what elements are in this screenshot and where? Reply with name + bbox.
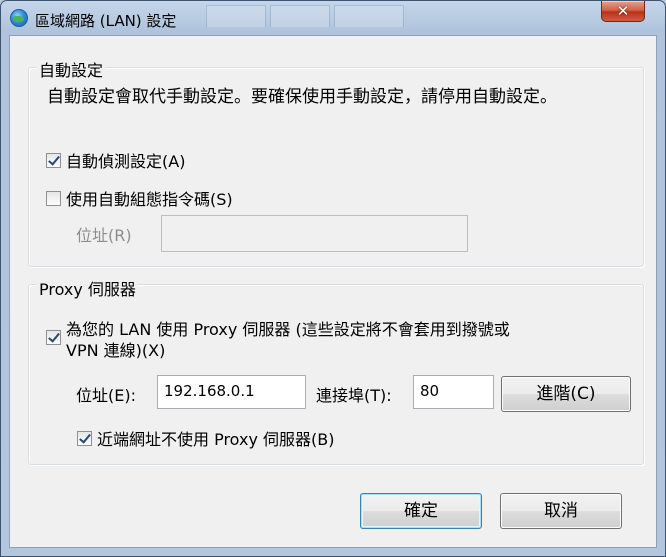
advanced-button[interactable]: 進階(C): [501, 376, 631, 412]
advanced-button-label: 進階(C): [536, 384, 596, 404]
use-script-checkbox-row[interactable]: 使用自動組態指令碼(S): [46, 186, 233, 210]
script-address-input[interactable]: [161, 215, 468, 252]
proxy-address-input[interactable]: 192.168.0.1: [157, 375, 306, 409]
ok-button[interactable]: 確定: [360, 493, 482, 529]
close-button[interactable]: ✕: [601, 1, 645, 22]
lan-settings-window: 區域網路 (LAN) 設定 ✕ 自動設定 自動設定會取代手動設定。要確保使用手動…: [0, 0, 666, 557]
proxy-port-input[interactable]: 80: [413, 375, 494, 409]
globe-icon: [10, 9, 28, 27]
bypass-local-checkbox[interactable]: [77, 430, 92, 446]
use-script-label: 使用自動組態指令碼(S): [66, 190, 233, 209]
use-proxy-checkbox[interactable]: [46, 330, 61, 345]
auto-detect-label: 自動偵測設定(A): [66, 152, 186, 171]
proxy-address-label: 位址(E):: [76, 386, 136, 405]
proxy-port-label: 連接埠(T):: [316, 386, 392, 405]
title-bar[interactable]: 區域網路 (LAN) 設定 ✕: [1, 1, 665, 35]
cancel-button[interactable]: 取消: [500, 493, 622, 529]
proxy-group-title: Proxy 伺服器: [37, 276, 138, 300]
close-icon: ✕: [616, 2, 630, 20]
dialog-body: 自動設定 自動設定會取代手動設定。要確保使用手動設定，請停用自動設定。 自動偵測…: [9, 35, 657, 548]
use-proxy-checkbox-row[interactable]: 為您的 LAN 使用 Proxy 伺服器 (這些設定將不會套用到撥號或 VPN …: [46, 319, 510, 361]
window-title: 區域網路 (LAN) 設定: [35, 12, 177, 30]
auto-detect-checkbox[interactable]: [46, 152, 61, 168]
bypass-local-checkbox-row[interactable]: 近端網址不使用 Proxy 伺服器(B): [77, 426, 334, 450]
script-address-label: 位址(R): [76, 226, 132, 245]
cancel-button-label: 取消: [544, 501, 578, 521]
auto-config-description: 自動設定會取代手動設定。要確保使用手動設定，請停用自動設定。: [47, 87, 557, 107]
use-proxy-label-line1: 為您的 LAN 使用 Proxy 伺服器 (這些設定將不會套用到撥號或: [66, 320, 510, 339]
bypass-local-label: 近端網址不使用 Proxy 伺服器(B): [97, 430, 335, 449]
background-window-tabs: [206, 5, 456, 27]
use-script-checkbox[interactable]: [46, 190, 61, 206]
ok-button-label: 確定: [404, 501, 438, 521]
auto-config-title: 自動設定: [37, 57, 106, 81]
use-proxy-label-line2: VPN 連線)(X): [66, 341, 166, 360]
auto-detect-checkbox-row[interactable]: 自動偵測設定(A): [46, 148, 185, 172]
use-proxy-label: 為您的 LAN 使用 Proxy 伺服器 (這些設定將不會套用到撥號或 VPN …: [66, 319, 510, 361]
